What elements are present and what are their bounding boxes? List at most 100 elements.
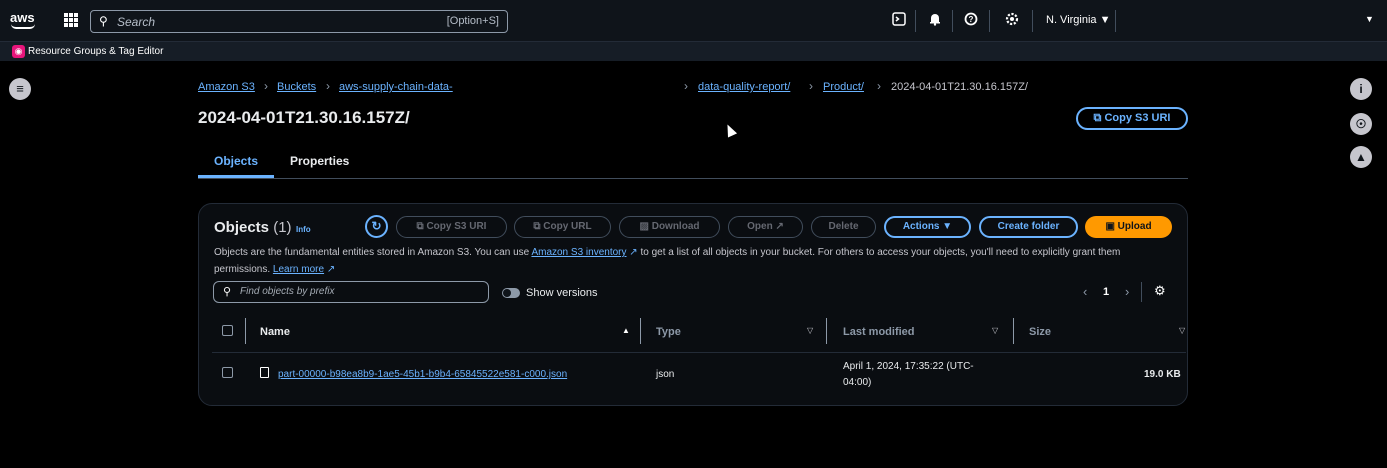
object-last-modified-line-1: April 1, 2024, 17:35:22 (UTC- <box>843 361 974 372</box>
tab-objects[interactable]: Objects <box>214 154 258 168</box>
top-divider <box>1032 10 1033 32</box>
help-icon[interactable]: ? <box>962 12 980 30</box>
external-link-icon: ↗ <box>775 221 784 232</box>
refresh-icon: ↻ <box>371 219 382 233</box>
actions-dropdown-button[interactable]: Actions ▼ <box>884 216 971 238</box>
tab-properties[interactable]: Properties <box>290 154 349 168</box>
column-divider <box>826 318 827 344</box>
gear-icon[interactable] <box>1003 12 1021 30</box>
pagination-divider <box>1141 282 1142 302</box>
account-menu-caret[interactable]: ▼ <box>1365 14 1374 24</box>
breadcrumb-current: 2024-04-01T21.30.16.157Z/ <box>891 81 1028 93</box>
bell-icon[interactable] <box>926 12 944 30</box>
aws-smile-icon <box>11 24 35 29</box>
breadcrumb-product[interactable]: Product/ <box>823 81 864 93</box>
external-link-icon: ↗ <box>326 264 336 275</box>
search-placeholder: Search <box>117 15 156 29</box>
pagination-previous-icon[interactable]: ‹ <box>1083 284 1087 299</box>
sort-icon[interactable]: ▽ <box>1179 326 1185 335</box>
delete-button[interactable]: Delete <box>811 216 876 238</box>
objects-description: Objects are the fundamental entities sto… <box>214 244 1174 278</box>
breadcrumb-separator: › <box>809 79 813 93</box>
services-grid-icon[interactable] <box>64 13 78 27</box>
create-folder-button[interactable]: Create folder <box>979 216 1078 238</box>
favorite-resource-groups[interactable]: Resource Groups & Tag Editor <box>28 46 163 57</box>
row-checkbox[interactable] <box>222 367 233 378</box>
copy-url-button[interactable]: ⧉ Copy URL <box>514 216 611 238</box>
top-divider <box>952 10 953 32</box>
feedback-icon[interactable]: ☉ <box>1350 113 1372 135</box>
sort-ascending-icon[interactable]: ▲ <box>622 326 630 335</box>
search-shortcut: [Option+S] <box>446 15 499 27</box>
top-divider <box>915 10 916 32</box>
sort-icon[interactable]: ▽ <box>807 326 813 335</box>
copy-icon: ⧉ <box>1093 112 1102 124</box>
download-button[interactable]: ▨ Download <box>619 216 720 238</box>
filter-placeholder: Find objects by prefix <box>240 286 335 297</box>
pagination-next-icon[interactable]: › <box>1125 284 1129 299</box>
column-divider <box>1013 318 1014 344</box>
upload-icon: ▣ <box>1105 221 1115 232</box>
breadcrumb-bucket[interactable]: aws-supply-chain-data- <box>339 81 453 93</box>
column-header-name[interactable]: Name <box>260 326 290 338</box>
select-all-checkbox[interactable] <box>222 325 233 336</box>
upload-button[interactable]: ▣ Upload <box>1085 216 1172 238</box>
breadcrumb-data-quality-report[interactable]: data-quality-report/ <box>698 81 790 93</box>
svg-text:?: ? <box>969 15 974 24</box>
info-link[interactable]: Info <box>296 225 311 234</box>
resource-groups-icon: ◉ <box>12 45 25 58</box>
copy-s3-uri-action-label: Copy S3 URI <box>426 221 487 232</box>
learn-more-link[interactable]: Learn more <box>273 264 324 275</box>
copy-icon: ⧉ <box>416 221 424 232</box>
navigation-menu-button[interactable]: ≡ <box>9 78 31 100</box>
column-divider <box>245 318 246 344</box>
breadcrumb-separator: › <box>264 79 268 93</box>
object-size: 19.0 KB <box>1144 369 1181 380</box>
copy-url-label: Copy URL <box>543 221 592 232</box>
external-link-icon: ↗ <box>629 247 638 258</box>
cloudshell-icon[interactable] <box>890 12 908 30</box>
column-header-type[interactable]: Type <box>656 326 681 338</box>
breadcrumb-separator: › <box>877 79 881 93</box>
open-label: Open <box>747 221 773 232</box>
search-input[interactable]: ⚲ Search [Option+S] <box>90 10 508 33</box>
object-last-modified-line-2: 04:00) <box>843 377 872 388</box>
copy-s3-uri-label: Copy S3 URI <box>1104 112 1171 124</box>
open-button[interactable]: Open ↗ <box>728 216 803 238</box>
column-header-size[interactable]: Size <box>1029 326 1051 338</box>
objects-title-text: Objects <box>214 219 270 236</box>
aws-logo[interactable]: aws <box>10 11 38 31</box>
download-icon: ▨ <box>639 221 649 232</box>
active-tab-indicator <box>198 175 274 178</box>
delete-label: Delete <box>828 221 859 232</box>
show-versions-label: Show versions <box>526 287 598 299</box>
file-icon <box>260 367 269 378</box>
breadcrumb-separator: › <box>326 79 330 93</box>
top-divider <box>989 10 990 32</box>
lab-flask-icon[interactable]: ▲ <box>1350 146 1372 168</box>
tabs-divider <box>198 178 1188 179</box>
info-panel-icon[interactable]: i <box>1350 78 1372 100</box>
region-selector[interactable]: N. Virginia ▼ <box>1046 14 1111 26</box>
table-preferences-gear-icon[interactable]: ⚙ <box>1154 283 1166 299</box>
mouse-cursor-icon <box>722 122 738 138</box>
column-header-last-modified[interactable]: Last modified <box>843 326 915 338</box>
refresh-button[interactable]: ↻ <box>365 215 388 238</box>
pagination-current-page[interactable]: 1 <box>1103 286 1109 298</box>
create-folder-label: Create folder <box>997 221 1060 232</box>
prefix-filter-input[interactable]: ⚲ Find objects by prefix <box>213 281 489 303</box>
objects-panel-title: Objects (1) <box>214 219 292 236</box>
s3-inventory-link[interactable]: Amazon S3 inventory <box>531 247 626 258</box>
sort-icon[interactable]: ▽ <box>992 326 998 335</box>
copy-s3-uri-button[interactable]: ⧉ Copy S3 URI <box>1076 107 1188 130</box>
breadcrumb-buckets[interactable]: Buckets <box>277 81 316 93</box>
upload-label: Upload <box>1117 221 1152 232</box>
object-type: json <box>656 369 675 380</box>
object-name-link[interactable]: part-00000-b98ea8b9-1ae5-45b1-b9b4-65845… <box>278 369 567 380</box>
copy-s3-uri-action-button[interactable]: ⧉ Copy S3 URI <box>396 216 507 238</box>
top-navigation: aws ⚲ Search [Option+S] ? N. Virginia ▼ … <box>0 0 1387 42</box>
page-title: 2024-04-01T21.30.16.157Z/ <box>198 108 410 127</box>
top-divider <box>1115 10 1116 32</box>
show-versions-toggle[interactable] <box>502 288 520 298</box>
breadcrumb-amazon-s3[interactable]: Amazon S3 <box>198 81 255 93</box>
